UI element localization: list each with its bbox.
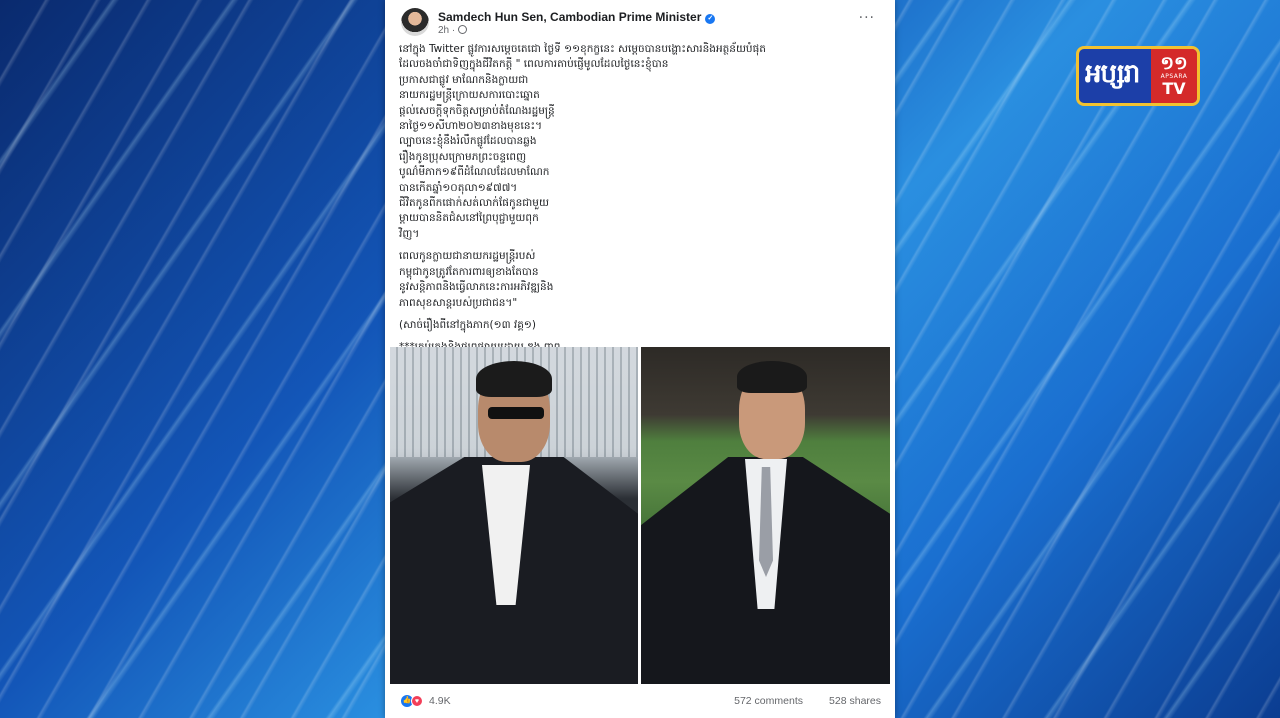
comment-count[interactable]: 572 comments	[734, 695, 803, 707]
facebook-post-card: Samdech Hun Sen, Cambodian Prime Ministe…	[385, 0, 895, 718]
post-footer: 👍 ♥ 4.9K 572 comments 528 shares	[401, 694, 881, 710]
logo-khmer-text: អប្សរា	[1085, 59, 1140, 89]
post-photos	[390, 347, 890, 684]
post-body: នៅក្នុង Twitter ផ្លូវការសម្តេចតេជោ ថ្ងៃទ…	[399, 42, 869, 363]
photo-person-hair	[476, 361, 552, 397]
apsara-tv-logo: អប្សរា ១១ APSARA TV	[1076, 46, 1200, 106]
photo-sunglasses	[488, 407, 544, 419]
post-paragraph: នៅក្នុង Twitter ផ្លូវការសម្តេចតេជោ ថ្ងៃទ…	[399, 43, 766, 240]
author-name[interactable]: Samdech Hun Sen, Cambodian Prime Ministe…	[438, 10, 701, 24]
post-author[interactable]: Samdech Hun Sen, Cambodian Prime Ministe…	[438, 10, 716, 24]
photo-left[interactable]	[390, 347, 638, 684]
logo-badge: ១១ APSARA TV	[1151, 49, 1197, 103]
reaction-count[interactable]: 4.9K	[429, 695, 451, 707]
post-header: Samdech Hun Sen, Cambodian Prime Ministe…	[401, 8, 881, 42]
post-paragraph: ពេលកូនក្លាយជានាយករដ្ឋមន្ត្រីរបស់ កម្ពុជា…	[399, 250, 554, 309]
photo-right[interactable]	[641, 347, 890, 684]
more-options-icon[interactable]: ···	[859, 10, 875, 26]
love-reaction-icon: ♥	[411, 695, 423, 707]
photo-person-hair	[737, 361, 807, 393]
logo-tv-label: TV	[1162, 79, 1186, 98]
avatar[interactable]	[401, 8, 429, 36]
post-meta: 2h ·	[438, 25, 468, 36]
globe-icon	[458, 25, 468, 34]
post-paragraph: (សាច់រឿងពីនៅក្នុងភាក(១៣ វគ្គ១)	[399, 318, 536, 331]
verified-badge-icon: ✓	[705, 14, 716, 24]
share-count[interactable]: 528 shares	[829, 695, 881, 707]
post-time[interactable]: 2h ·	[438, 25, 455, 36]
logo-channel-number: ១១	[1160, 53, 1188, 74]
